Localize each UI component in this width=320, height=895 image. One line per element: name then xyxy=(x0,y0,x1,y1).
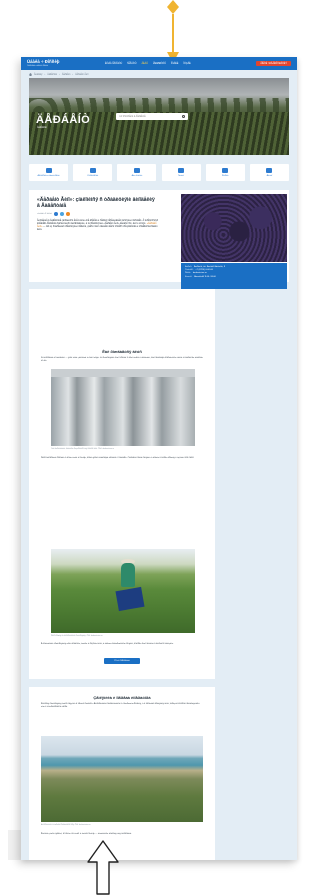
article-meta: ×èòàòü 5 ìèíóò xyxy=(37,212,70,216)
nav-link[interactable]: Êóäà ïîåõàòü xyxy=(105,62,122,65)
category-tiles: Äîñòîïðèìå÷àòåëüíîñòè Ýêñêóðñèè Ãäå ïîåñ… xyxy=(29,164,289,181)
section-paragraph: Ñáîð âèíîãðàäà ïðîõîäèò â êîíöå ëåòà è î… xyxy=(41,457,195,459)
nav-link[interactable]: Îòåëè xyxy=(171,62,178,65)
screenshot-stage: Üáàêà ÷ Ðîññèþ Òóðèñòè÷åñêèé ïîðòàë Êóäà… xyxy=(0,0,301,895)
photo-caption: Ñáîð óðîæàÿ íà âèíîãðàäíèêàõ ïðåäïðèÿòèÿ… xyxy=(51,635,103,637)
tile-label: Äîñòîïðèìå÷àòåëüíîñòè xyxy=(37,175,60,177)
tile-sights[interactable]: Äîñòîïðèìå÷àòåëüíîñòè xyxy=(29,164,68,181)
logo-subtitle: Òóðèñòè÷åñêèé ïîðòàë xyxy=(27,64,49,67)
breadcrumb-item[interactable]: Ãëàâíàÿ xyxy=(34,74,42,76)
home-icon[interactable] xyxy=(29,73,32,76)
worker-shape xyxy=(121,563,135,587)
tile-label: Ãäå ïîåñòü xyxy=(131,175,143,177)
read-time: ×èòàòü 5 ìèíóò xyxy=(37,213,52,215)
tile-label: Âèäåî xyxy=(266,175,273,177)
breadcrumb: Ãëàâíàÿ › Äàãåñòàí › Äåðáåíò › Äåðáåíò Â… xyxy=(29,73,88,76)
tile-map[interactable]: Êàðòà xyxy=(205,164,245,181)
grapes-photo xyxy=(181,194,287,262)
breadcrumb-item[interactable]: Äåðáåíò xyxy=(62,74,71,76)
breadcrumb-current: Äåðáåíò Âèíî xyxy=(75,73,89,76)
share-vk-icon[interactable] xyxy=(53,212,58,216)
coast-vineyard-photo xyxy=(41,736,203,822)
web-page: Üáàêà ÷ Ðîññèþ Òóðèñòè÷åñêèé ïîðòàë Êóäà… xyxy=(21,57,297,860)
try-wine-button[interactable]: Õî÷ó ïîïðîáîâàòü xyxy=(104,658,140,664)
hero-banner: ÄÅÐÁÅÍÒ Äàãåñòàí ×òî ïîñìîòðåòü â Äåðáåí… xyxy=(29,78,289,155)
nav-links: Êóäà ïîåõàòü Ñîâåòû Ãèäû Ìàðøðóòû Îòåëè … xyxy=(105,62,191,65)
lead-tail: — îäíî èç ñòàðåéøèõ ïðåäïðèÿòèé ðåãèîíà,… xyxy=(37,226,158,232)
pointer-arrow-icon xyxy=(87,840,119,895)
breadcrumb-separator: › xyxy=(72,73,74,76)
harvest-photo xyxy=(51,549,195,633)
info-row: Ðåæèì: Åæåäíåâíî 9:00–18:00 xyxy=(185,276,283,279)
video-icon xyxy=(266,168,273,173)
article-lead: Âèíîäåëèå â Äàãåñòàíå çàðîäèëîñü åùå â à… xyxy=(37,220,159,232)
food-icon xyxy=(133,168,140,173)
nav-link[interactable]: Ìóçåè xyxy=(183,62,190,65)
section-paragraph: Èñòîðèÿ ïðåäïðèÿòèÿ òåñíî ñâÿçàíà ñ ïðîø… xyxy=(41,703,200,708)
nav-link[interactable]: Ñîâåòû xyxy=(127,62,136,65)
section-title: Çåìëÿíèêà è ïîãðåáà èìïåðàòîðà xyxy=(93,695,151,700)
annotation-arrow-icon xyxy=(167,0,179,63)
tile-label: Ýêñêóðñèè xyxy=(87,175,99,177)
section-paragraph: Â êîëëåêöèè ïðåäïðèÿòèÿ åñòü êðàñíûå, áå… xyxy=(41,643,174,645)
article-title: «Äåðáåíò Âèíî»: çíàêîìèìñÿ ñ òðàäèöèÿìè … xyxy=(37,197,155,209)
breadcrumb-item[interactable]: Äàãåñòàí xyxy=(47,74,57,76)
lead-text: Âèíîäåëèå â Äàãåñòàíå çàðîäèëîñü åùå â à… xyxy=(37,220,159,226)
search-icon[interactable] xyxy=(182,115,185,118)
hero-trees xyxy=(29,98,289,112)
hero-title: ÄÅÐÁÅÍÒ xyxy=(36,114,91,126)
tile-tours[interactable]: Ýêñêóðñèè xyxy=(73,164,113,181)
top-navigation: Üáàêà ÷ Ðîññèþ Òóðèñòè÷åñêèé ïîðòàë Êóäà… xyxy=(21,57,297,70)
nav-link[interactable]: Ìàðøðóòû xyxy=(153,62,166,65)
section-taste-card: Êàê ðîæäàåòñÿ âêóñ Îò âèíîãðàäà äî áóòûë… xyxy=(29,289,215,679)
section-cellar-card: Çåìëÿíèêà è ïîãðåáà èìïåðàòîðà Èñòîðèÿ ï… xyxy=(29,687,215,860)
tile-video[interactable]: Âèäåî xyxy=(249,164,289,181)
info-box: Àäðåñ: Äåðáåíò, óë. Ãåéäàð Àëèåâà, 9 Òåëå… xyxy=(181,263,287,289)
tile-label: Îòåëè xyxy=(178,175,184,177)
article-header-card: «Äåðáåíò Âèíî»: çíàêîìèìñÿ ñ òðàäèöèÿìè … xyxy=(29,190,289,289)
search-placeholder: ×òî ïîñìîòðåòü â Äåðáåíòå xyxy=(119,115,146,118)
nav-link-active[interactable]: Ãèäû xyxy=(141,62,148,65)
share-ok-icon[interactable] xyxy=(65,212,70,216)
tour-icon xyxy=(89,168,96,173)
breadcrumb-separator: › xyxy=(44,73,46,76)
photo-caption: Âèíîãðàäíèêè íà áåðåãó Êàñïèéñêîãî ìîðÿ.… xyxy=(41,824,91,826)
crate-shape xyxy=(115,586,145,612)
tile-label: Êàðòà xyxy=(222,175,229,177)
login-button[interactable]: Âîéòè / Ðåãèñòðàöèÿ xyxy=(256,61,291,66)
photo-caption: Öåõ ôåðìåíòàöèè: ñòàëüíûå ðåçåðâóàðû äëÿ… xyxy=(51,448,115,450)
hero-search-input[interactable]: ×òî ïîñìîòðåòü â Äåðáåíòå xyxy=(116,113,188,120)
breadcrumb-separator: › xyxy=(59,73,60,76)
section-paragraph: Îò âèíîãðàäà äî áóòûëêè — ýòîò ïóòü çàíè… xyxy=(41,357,203,362)
hotel-icon xyxy=(178,168,185,173)
page-shadow-edge xyxy=(8,830,21,860)
section-title: Êàê ðîæäàåòñÿ âêóñ xyxy=(102,349,142,354)
section-paragraph: Êëèìàò çäåñü ìÿãêèé, ñî ñîëíå÷íûì ëåòîì … xyxy=(41,833,132,835)
info-key: Ðåæèì: xyxy=(185,275,193,278)
site-logo[interactable]: Üáàêà ÷ Ðîññèþ Òóðèñòè÷åñêèé ïîðòàë xyxy=(27,60,75,67)
tile-food[interactable]: Ãäå ïîåñòü xyxy=(117,164,157,181)
tile-hotels[interactable]: Îòåëè xyxy=(161,164,201,181)
map-icon xyxy=(222,168,229,173)
info-value: Åæåäíåâíî 9:00–18:00 xyxy=(194,275,216,278)
share-telegram-icon[interactable] xyxy=(59,212,64,216)
landmark-icon xyxy=(45,168,52,173)
steel-tanks-photo xyxy=(51,369,195,446)
hero-subtitle: Äàãåñòàí xyxy=(37,127,47,129)
